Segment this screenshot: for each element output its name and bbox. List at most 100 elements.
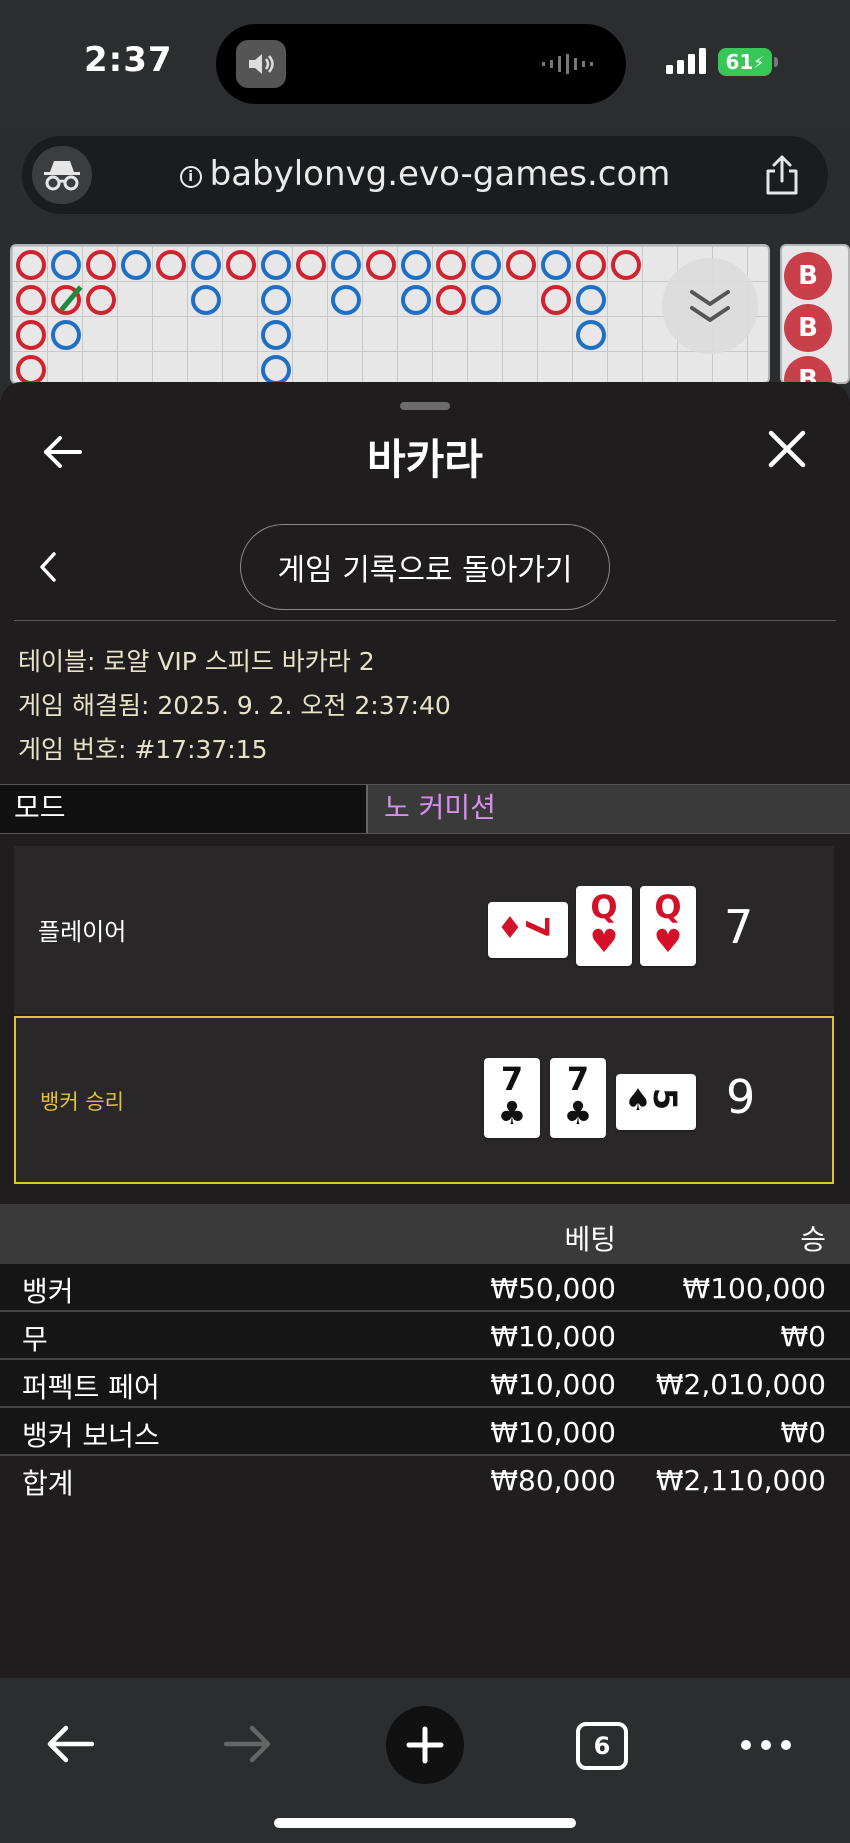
win-column-header: 승 — [800, 1223, 826, 1256]
road-marker — [86, 250, 116, 280]
card-suit: ♦ — [496, 911, 524, 946]
collapse-button[interactable] — [662, 258, 758, 354]
browser-toolbar: 6 — [0, 1678, 850, 1843]
game-number-info: 게임 번호: #17:37:15 — [18, 735, 268, 764]
site-info-icon[interactable]: i — [179, 166, 202, 188]
bet-name: 퍼펙트 페어 — [22, 1371, 160, 1404]
more-icon[interactable] — [740, 1738, 792, 1752]
road-marker — [16, 285, 46, 315]
road-marker — [331, 250, 361, 280]
bets-table-header: 베팅 승 — [0, 1204, 850, 1264]
card-rank: Q — [654, 888, 682, 926]
banker-score: 9 — [726, 1070, 756, 1124]
bet-name: 뱅커 보너스 — [22, 1419, 160, 1452]
playing-card: 7 ♣ — [484, 1058, 540, 1138]
road-marker — [16, 355, 46, 382]
playing-card: 7 ♦ — [488, 902, 568, 958]
road-marker — [331, 285, 361, 315]
table-info: 테이블: 로얄 VIP 스피드 바카라 2 — [18, 647, 375, 676]
address-bar[interactable]: i babylonvg.evo-games.com — [22, 136, 828, 214]
road-marker — [576, 250, 606, 280]
road-marker — [471, 250, 501, 280]
dynamic-island — [216, 24, 626, 104]
banker-bead: B — [784, 356, 832, 382]
road-marker — [436, 250, 466, 280]
road-marker — [401, 285, 431, 315]
road-marker — [261, 285, 291, 315]
big-road-side: B B B — [780, 244, 850, 384]
battery-level: 61 — [725, 50, 754, 74]
battery-tip — [774, 57, 778, 67]
url-text[interactable]: i babylonvg.evo-games.com — [22, 154, 828, 194]
total-label: 합계 — [22, 1467, 74, 1500]
table-row: 뱅커 보너스 ₩10,000 ₩0 — [0, 1408, 850, 1456]
url-value: babylonvg.evo-games.com — [209, 154, 671, 194]
win-amount: ₩100,000 — [682, 1272, 826, 1305]
road-marker — [506, 250, 536, 280]
home-indicator[interactable] — [274, 1818, 576, 1828]
card-suit: ♣ — [497, 1094, 527, 1132]
audio-wave-icon — [542, 54, 593, 74]
road-marker — [261, 355, 291, 382]
card-suit: ♣ — [563, 1094, 593, 1132]
player-score: 7 — [724, 900, 754, 954]
bet-amount: ₩10,000 — [490, 1416, 616, 1449]
card-suit: ♠ — [624, 1083, 652, 1118]
chevron-left-icon[interactable] — [36, 550, 60, 584]
table-row: 퍼펙트 페어 ₩10,000 ₩2,010,000 — [0, 1360, 850, 1408]
table-row: 무 ₩10,000 ₩0 — [0, 1312, 850, 1360]
road-marker — [121, 250, 151, 280]
new-tab-button[interactable] — [386, 1706, 464, 1784]
banker-hand-row: 뱅커 승리 7 ♣ 7 ♣ 5 ♠ 9 — [14, 1016, 834, 1184]
bet-name: 무 — [22, 1323, 48, 1356]
back-icon[interactable] — [44, 1722, 96, 1766]
forward-icon[interactable] — [222, 1722, 274, 1766]
road-marker — [51, 320, 81, 350]
total-row: 합계 ₩80,000 ₩2,110,000 — [0, 1456, 850, 1504]
bet-amount: ₩10,000 — [490, 1320, 616, 1353]
card-suit: ♥ — [653, 922, 683, 960]
share-icon[interactable] — [762, 154, 802, 196]
road-marker — [471, 285, 501, 315]
banker-win-label: 뱅커 승리 — [40, 1090, 124, 1114]
road-marker — [51, 250, 81, 280]
bet-amount: ₩50,000 — [490, 1272, 616, 1305]
clock: 2:37 — [84, 40, 173, 80]
battery-indicator: 61 ⚡ — [718, 48, 772, 76]
road-marker — [261, 320, 291, 350]
resolved-info: 게임 해결됨: 2025. 9. 2. 오전 2:37:40 — [18, 691, 451, 720]
total-bet: ₩80,000 — [490, 1464, 616, 1497]
status-bar: 2:37 61 ⚡ — [0, 0, 850, 128]
road-marker — [541, 285, 571, 315]
speaker-icon — [236, 40, 286, 88]
road-marker — [191, 285, 221, 315]
tabs-button[interactable]: 6 — [576, 1722, 628, 1770]
back-to-history-button[interactable]: 게임 기록으로 돌아가기 — [240, 524, 610, 610]
sheet-drag-handle[interactable] — [400, 402, 450, 410]
road-marker — [611, 250, 641, 280]
road-marker — [261, 250, 291, 280]
win-amount: ₩0 — [780, 1416, 827, 1449]
banker-bead: B — [784, 304, 832, 352]
road-marker — [436, 285, 466, 315]
cellular-signal-icon — [666, 48, 706, 74]
road-marker — [576, 320, 606, 350]
close-icon[interactable] — [766, 428, 808, 470]
road-marker — [366, 250, 396, 280]
mode-row: 모드 노 커미션 — [0, 784, 850, 834]
plus-icon — [406, 1726, 444, 1764]
road-marker — [16, 320, 46, 350]
road-marker — [401, 250, 431, 280]
charging-bolt-icon: ⚡ — [753, 52, 765, 72]
road-marker — [16, 250, 46, 280]
mode-value: 노 커미션 — [384, 791, 496, 824]
card-rank: 7 — [566, 1060, 590, 1098]
banker-bead: B — [784, 252, 832, 300]
win-amount: ₩2,010,000 — [655, 1368, 826, 1401]
playing-card: Q ♥ — [576, 886, 632, 966]
playing-card: Q ♥ — [640, 886, 696, 966]
bet-column-header: 베팅 — [564, 1223, 616, 1256]
card-rank: 7 — [500, 1060, 524, 1098]
total-win: ₩2,110,000 — [655, 1464, 826, 1497]
divider — [14, 620, 836, 621]
